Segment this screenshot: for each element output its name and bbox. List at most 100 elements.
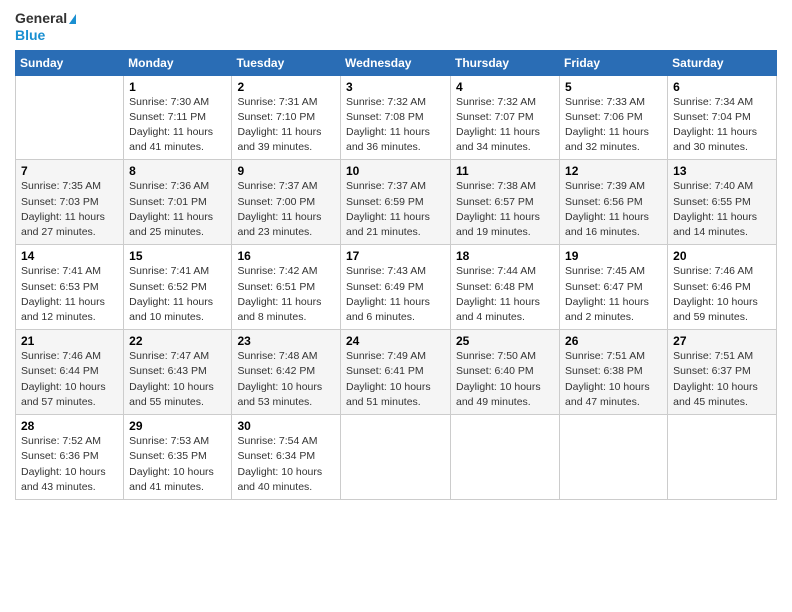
day-info: Sunrise: 7:45 AMSunset: 6:47 PMDaylight:… <box>565 264 662 325</box>
day-number: 28 <box>21 419 118 433</box>
calendar-cell: 16Sunrise: 7:42 AMSunset: 6:51 PMDayligh… <box>232 245 341 330</box>
day-info: Sunrise: 7:31 AMSunset: 7:10 PMDaylight:… <box>237 95 335 156</box>
calendar-cell: 9Sunrise: 7:37 AMSunset: 7:00 PMDaylight… <box>232 160 341 245</box>
page-header: General Blue <box>15 10 777 44</box>
calendar-cell: 5Sunrise: 7:33 AMSunset: 7:06 PMDaylight… <box>560 75 668 160</box>
calendar-cell: 22Sunrise: 7:47 AMSunset: 6:43 PMDayligh… <box>124 330 232 415</box>
calendar-cell: 2Sunrise: 7:31 AMSunset: 7:10 PMDaylight… <box>232 75 341 160</box>
calendar-cell: 6Sunrise: 7:34 AMSunset: 7:04 PMDaylight… <box>668 75 777 160</box>
day-number: 5 <box>565 80 662 94</box>
day-number: 26 <box>565 334 662 348</box>
day-info: Sunrise: 7:39 AMSunset: 6:56 PMDaylight:… <box>565 179 662 240</box>
calendar-cell: 20Sunrise: 7:46 AMSunset: 6:46 PMDayligh… <box>668 245 777 330</box>
calendar-cell <box>341 415 451 500</box>
day-number: 7 <box>21 164 118 178</box>
calendar-cell: 11Sunrise: 7:38 AMSunset: 6:57 PMDayligh… <box>451 160 560 245</box>
day-info: Sunrise: 7:43 AMSunset: 6:49 PMDaylight:… <box>346 264 445 325</box>
calendar-cell: 14Sunrise: 7:41 AMSunset: 6:53 PMDayligh… <box>16 245 124 330</box>
day-info: Sunrise: 7:52 AMSunset: 6:36 PMDaylight:… <box>21 434 118 495</box>
day-number: 8 <box>129 164 226 178</box>
day-number: 12 <box>565 164 662 178</box>
day-info: Sunrise: 7:30 AMSunset: 7:11 PMDaylight:… <box>129 95 226 156</box>
calendar-cell: 3Sunrise: 7:32 AMSunset: 7:08 PMDaylight… <box>341 75 451 160</box>
day-number: 6 <box>673 80 771 94</box>
day-info: Sunrise: 7:54 AMSunset: 6:34 PMDaylight:… <box>237 434 335 495</box>
calendar-cell: 15Sunrise: 7:41 AMSunset: 6:52 PMDayligh… <box>124 245 232 330</box>
day-number: 17 <box>346 249 445 263</box>
day-info: Sunrise: 7:48 AMSunset: 6:42 PMDaylight:… <box>237 349 335 410</box>
day-number: 24 <box>346 334 445 348</box>
logo-blue: Blue <box>15 27 45 44</box>
day-info: Sunrise: 7:41 AMSunset: 6:52 PMDaylight:… <box>129 264 226 325</box>
day-number: 18 <box>456 249 554 263</box>
day-info: Sunrise: 7:42 AMSunset: 6:51 PMDaylight:… <box>237 264 335 325</box>
calendar-cell: 7Sunrise: 7:35 AMSunset: 7:03 PMDaylight… <box>16 160 124 245</box>
day-info: Sunrise: 7:41 AMSunset: 6:53 PMDaylight:… <box>21 264 118 325</box>
day-info: Sunrise: 7:51 AMSunset: 6:37 PMDaylight:… <box>673 349 771 410</box>
day-number: 13 <box>673 164 771 178</box>
day-info: Sunrise: 7:36 AMSunset: 7:01 PMDaylight:… <box>129 179 226 240</box>
calendar-cell <box>560 415 668 500</box>
calendar-week-row: 7Sunrise: 7:35 AMSunset: 7:03 PMDaylight… <box>16 160 777 245</box>
logo-general: General <box>15 10 76 27</box>
day-info: Sunrise: 7:37 AMSunset: 7:00 PMDaylight:… <box>237 179 335 240</box>
logo-container: General Blue <box>15 10 76 44</box>
day-info: Sunrise: 7:37 AMSunset: 6:59 PMDaylight:… <box>346 179 445 240</box>
calendar-cell: 19Sunrise: 7:45 AMSunset: 6:47 PMDayligh… <box>560 245 668 330</box>
day-number: 3 <box>346 80 445 94</box>
day-number: 22 <box>129 334 226 348</box>
calendar-cell: 12Sunrise: 7:39 AMSunset: 6:56 PMDayligh… <box>560 160 668 245</box>
calendar-cell: 4Sunrise: 7:32 AMSunset: 7:07 PMDaylight… <box>451 75 560 160</box>
calendar-cell: 1Sunrise: 7:30 AMSunset: 7:11 PMDaylight… <box>124 75 232 160</box>
calendar-cell: 21Sunrise: 7:46 AMSunset: 6:44 PMDayligh… <box>16 330 124 415</box>
day-number: 19 <box>565 249 662 263</box>
calendar-cell: 24Sunrise: 7:49 AMSunset: 6:41 PMDayligh… <box>341 330 451 415</box>
day-info: Sunrise: 7:32 AMSunset: 7:08 PMDaylight:… <box>346 95 445 156</box>
day-info: Sunrise: 7:32 AMSunset: 7:07 PMDaylight:… <box>456 95 554 156</box>
calendar-cell: 27Sunrise: 7:51 AMSunset: 6:37 PMDayligh… <box>668 330 777 415</box>
calendar-cell: 26Sunrise: 7:51 AMSunset: 6:38 PMDayligh… <box>560 330 668 415</box>
calendar-cell <box>451 415 560 500</box>
calendar-week-row: 21Sunrise: 7:46 AMSunset: 6:44 PMDayligh… <box>16 330 777 415</box>
calendar-week-row: 14Sunrise: 7:41 AMSunset: 6:53 PMDayligh… <box>16 245 777 330</box>
calendar-header-row: SundayMondayTuesdayWednesdayThursdayFrid… <box>16 50 777 75</box>
calendar-week-row: 1Sunrise: 7:30 AMSunset: 7:11 PMDaylight… <box>16 75 777 160</box>
day-number: 4 <box>456 80 554 94</box>
day-number: 30 <box>237 419 335 433</box>
col-header-monday: Monday <box>124 50 232 75</box>
day-number: 15 <box>129 249 226 263</box>
day-info: Sunrise: 7:46 AMSunset: 6:46 PMDaylight:… <box>673 264 771 325</box>
day-number: 2 <box>237 80 335 94</box>
col-header-thursday: Thursday <box>451 50 560 75</box>
calendar-week-row: 28Sunrise: 7:52 AMSunset: 6:36 PMDayligh… <box>16 415 777 500</box>
day-info: Sunrise: 7:47 AMSunset: 6:43 PMDaylight:… <box>129 349 226 410</box>
day-info: Sunrise: 7:49 AMSunset: 6:41 PMDaylight:… <box>346 349 445 410</box>
day-info: Sunrise: 7:50 AMSunset: 6:40 PMDaylight:… <box>456 349 554 410</box>
day-number: 21 <box>21 334 118 348</box>
day-number: 23 <box>237 334 335 348</box>
day-info: Sunrise: 7:51 AMSunset: 6:38 PMDaylight:… <box>565 349 662 410</box>
day-number: 9 <box>237 164 335 178</box>
calendar-cell: 25Sunrise: 7:50 AMSunset: 6:40 PMDayligh… <box>451 330 560 415</box>
calendar-cell: 28Sunrise: 7:52 AMSunset: 6:36 PMDayligh… <box>16 415 124 500</box>
calendar-cell: 13Sunrise: 7:40 AMSunset: 6:55 PMDayligh… <box>668 160 777 245</box>
day-number: 25 <box>456 334 554 348</box>
day-number: 1 <box>129 80 226 94</box>
logo: General Blue <box>15 10 76 44</box>
col-header-sunday: Sunday <box>16 50 124 75</box>
day-number: 10 <box>346 164 445 178</box>
col-header-wednesday: Wednesday <box>341 50 451 75</box>
day-info: Sunrise: 7:34 AMSunset: 7:04 PMDaylight:… <box>673 95 771 156</box>
day-info: Sunrise: 7:40 AMSunset: 6:55 PMDaylight:… <box>673 179 771 240</box>
col-header-friday: Friday <box>560 50 668 75</box>
day-number: 29 <box>129 419 226 433</box>
day-info: Sunrise: 7:38 AMSunset: 6:57 PMDaylight:… <box>456 179 554 240</box>
calendar-cell <box>668 415 777 500</box>
calendar-cell <box>16 75 124 160</box>
calendar-cell: 17Sunrise: 7:43 AMSunset: 6:49 PMDayligh… <box>341 245 451 330</box>
day-number: 11 <box>456 164 554 178</box>
day-number: 16 <box>237 249 335 263</box>
col-header-saturday: Saturday <box>668 50 777 75</box>
calendar-cell: 10Sunrise: 7:37 AMSunset: 6:59 PMDayligh… <box>341 160 451 245</box>
day-number: 20 <box>673 249 771 263</box>
